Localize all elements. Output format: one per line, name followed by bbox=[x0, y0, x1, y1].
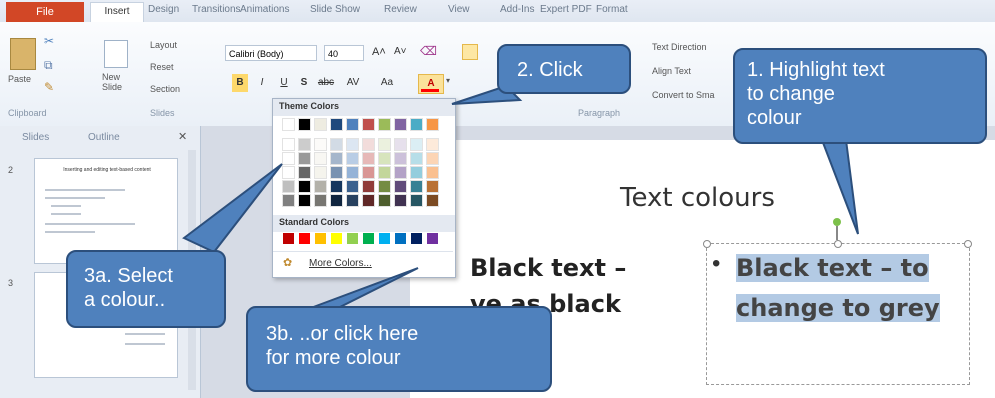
callout-select-colour: 3a. Select a colour.. bbox=[66, 250, 226, 328]
callout-line: 1. Highlight text bbox=[747, 59, 885, 81]
callout-line: to change bbox=[747, 83, 835, 105]
callout-line: 3b. ..or click here bbox=[266, 323, 419, 345]
callout-highlight-text: 1. Highlight text to change colour bbox=[733, 48, 987, 144]
callout-click: 2. Click bbox=[497, 44, 631, 94]
callout-line: for more colour bbox=[266, 347, 401, 369]
callout-more-colours: 3b. ..or click here for more colour bbox=[246, 306, 552, 392]
callout-line: a colour.. bbox=[84, 289, 166, 311]
callout-3a-pointer bbox=[182, 163, 283, 254]
callout-line: 2. Click bbox=[517, 59, 583, 81]
callout-line: colour bbox=[747, 107, 802, 129]
callout-line: 3a. Select bbox=[84, 265, 173, 287]
callout-1-pointer bbox=[820, 139, 859, 235]
